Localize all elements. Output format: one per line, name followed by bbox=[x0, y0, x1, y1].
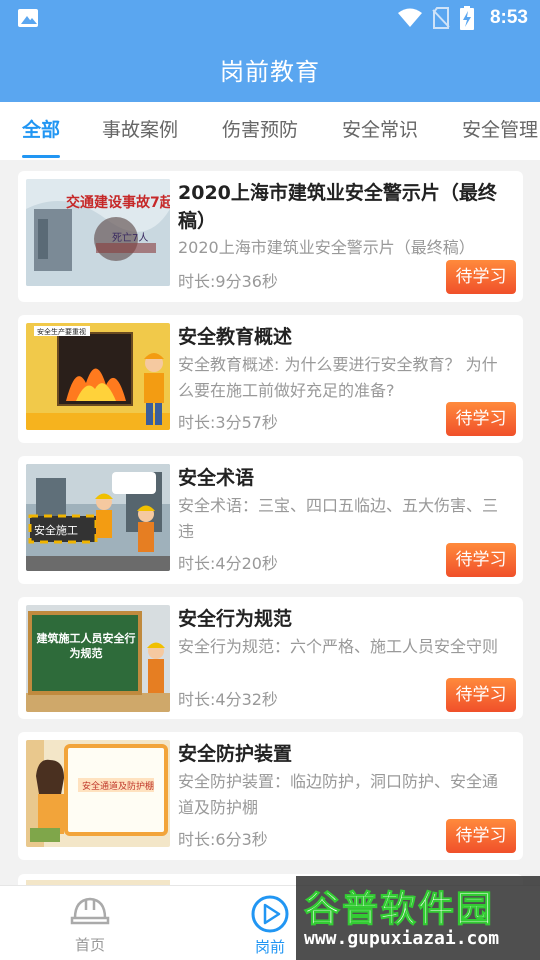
teacher-illustration: 安全通道及防护棚 bbox=[26, 740, 170, 847]
tab-accident-cases[interactable]: 事故案例 bbox=[102, 102, 178, 160]
study-button[interactable]: 待学习 bbox=[446, 819, 516, 853]
status-bar: 8:53 bbox=[0, 0, 540, 36]
course-thumbnail: 安全施工 bbox=[26, 464, 170, 571]
course-thumbnail: 建筑施工人员安全行为规范 bbox=[26, 605, 170, 712]
study-button[interactable]: 待学习 bbox=[446, 402, 516, 436]
course-description: 安全行为规范：六个严格、施工人员安全守则 bbox=[178, 637, 499, 656]
no-sim-icon bbox=[432, 7, 450, 29]
thumbnail-text: 建筑施工人员安全行为规范 bbox=[36, 632, 136, 660]
course-description: 安全教育概述: 为什么要进行安全教育？ 为什么要在施工前做好充足的准备? bbox=[178, 355, 498, 400]
course-duration: 时长:3分57秒 bbox=[178, 413, 278, 432]
watermark-brand: 谷普软件园 bbox=[303, 889, 495, 931]
tab-all[interactable]: 全部 bbox=[22, 102, 61, 160]
hard-hat-icon bbox=[70, 897, 110, 925]
wifi-icon bbox=[397, 8, 422, 27]
course-title: 安全术语 bbox=[178, 467, 255, 489]
course-description: 安全防护装置：临边防护，洞口防护、安全通道及防护棚 bbox=[178, 772, 499, 817]
tab-safety-management[interactable]: 安全管理 bbox=[462, 102, 538, 160]
tab-injury-prevention[interactable]: 伤害预防 bbox=[222, 102, 298, 160]
study-button[interactable]: 待学习 bbox=[446, 543, 516, 577]
course-card[interactable]: 安全通道及防护棚 安全防护装置 安全防护装置：临边防护，洞口防护、安全通道及防护… bbox=[18, 732, 523, 860]
nav-home[interactable]: 首页 bbox=[50, 894, 130, 955]
battery-charging-icon bbox=[459, 6, 474, 30]
traffic-accident-illustration: 交通建设事故7起 死亡7人 bbox=[26, 179, 170, 286]
course-description: 2020上海市建筑业安全警示片（最终稿） bbox=[178, 238, 475, 257]
course-duration: 时长:4分20秒 bbox=[178, 554, 278, 573]
course-thumbnail: 交通建设事故7起 死亡7人 bbox=[26, 179, 170, 286]
course-duration: 时长:4分32秒 bbox=[178, 690, 278, 709]
thumbnail-text: 安全生产要重视 bbox=[37, 327, 86, 336]
course-title: 2020上海市建筑业安全警示片（最终稿） bbox=[178, 182, 497, 232]
course-duration: 时长:9分36秒 bbox=[178, 272, 278, 291]
construction-workers-illustration: 安全施工 bbox=[26, 464, 170, 571]
thumbnail-text: 交通建设事故7起 bbox=[66, 194, 170, 211]
play-circle-icon bbox=[251, 895, 289, 933]
clock: 8:53 bbox=[489, 7, 528, 28]
course-title: 安全防护装置 bbox=[178, 743, 293, 765]
course-card[interactable]: 交通建设事故7起 死亡7人 2020上海市建筑业安全警示片（最终稿） 2020上… bbox=[18, 171, 523, 302]
course-card[interactable]: 建筑施工人员安全行为规范 安全行为规范 安全行为规范：六个严格、施工人员安全守则… bbox=[18, 597, 523, 719]
tab-safety-knowledge[interactable]: 安全常识 bbox=[342, 102, 418, 160]
safety-board-illustration: 安全生产要重视 bbox=[26, 323, 170, 430]
course-title: 安全行为规范 bbox=[178, 608, 293, 630]
course-description: 安全术语：三宝、四口五临边、五大伤害、三违 bbox=[178, 496, 499, 541]
category-tabs: 全部 事故案例 伤害预防 安全常识 安全管理 bbox=[0, 102, 540, 160]
course-title: 安全教育概述 bbox=[178, 326, 293, 348]
app-header: 岗前教育 bbox=[0, 36, 540, 102]
thumbnail-text-2: 死亡7人 bbox=[112, 231, 148, 244]
watermark-url: www.gupuxiazai.com bbox=[304, 928, 500, 949]
site-watermark: 谷普软件园 www.gupuxiazai.com bbox=[296, 876, 540, 960]
page-title: 岗前教育 bbox=[220, 57, 320, 86]
thumbnail-text: 安全施工 bbox=[34, 523, 78, 537]
course-card[interactable]: 安全生产要重视 安全教育概述 安全教育概述: 为什么要进行安全教育？ 为什么要在… bbox=[18, 315, 523, 443]
study-button[interactable]: 待学习 bbox=[446, 260, 516, 294]
course-card[interactable]: 安全施工 安全术语 安全术语：三宝、四口五临边、五大伤害、三违 时长:4分20秒… bbox=[18, 456, 523, 584]
course-thumbnail: 安全生产要重视 bbox=[26, 323, 170, 430]
course-duration: 时长:6分3秒 bbox=[178, 830, 268, 849]
nav-home-label: 首页 bbox=[74, 936, 105, 954]
gallery-notification-icon bbox=[18, 9, 38, 27]
thumbnail-text: 安全通道及防护棚 bbox=[82, 780, 154, 792]
status-icons: 8:53 bbox=[397, 0, 528, 36]
chalkboard-illustration: 建筑施工人员安全行为规范 bbox=[26, 605, 170, 712]
study-button[interactable]: 待学习 bbox=[446, 678, 516, 712]
course-thumbnail: 安全通道及防护棚 bbox=[26, 740, 170, 847]
